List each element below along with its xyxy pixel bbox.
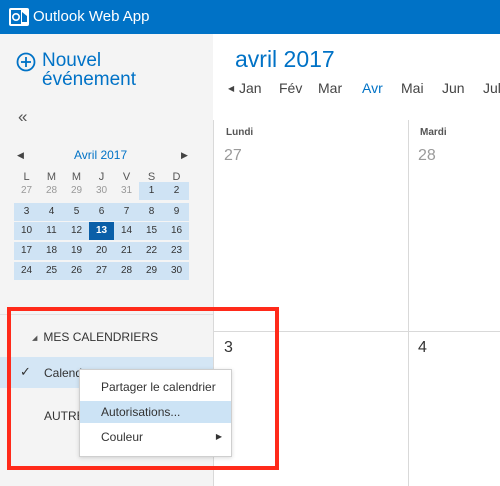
day-cell-28[interactable]: 28	[418, 147, 436, 165]
new-event-button[interactable]: Nouvel événement	[16, 50, 166, 92]
my-calendars-label: MES CALENDRIERS	[43, 330, 159, 344]
mini-calendar-day[interactable]: 30	[89, 182, 114, 200]
mini-calendar-month[interactable]: Avril 2017	[74, 148, 127, 162]
mini-calendar-prev-icon[interactable]: ◀	[17, 150, 24, 161]
day-cell-4[interactable]: 4	[418, 339, 427, 357]
month-nav-mar[interactable]: Mar	[318, 80, 342, 96]
app-title: Outlook Web App	[33, 8, 150, 25]
mini-calendar-day[interactable]: 29	[64, 182, 89, 200]
new-event-label-line2: événement	[42, 69, 137, 90]
mini-calendar-day[interactable]: 29	[139, 262, 164, 280]
month-nav-feb[interactable]: Fév	[279, 80, 302, 96]
month-nav-jul[interactable]: Jul	[483, 80, 500, 96]
day-name-monday: Lundi	[226, 127, 254, 138]
mini-calendar-day[interactable]: 21	[114, 242, 139, 260]
menu-item-color[interactable]: Couleur ▶	[80, 426, 231, 448]
outlook-logo-icon	[9, 8, 29, 26]
mini-calendar-day[interactable]: 30	[164, 262, 189, 280]
mini-calendar-day[interactable]: 8	[139, 203, 164, 221]
month-nav-jun[interactable]: Jun	[442, 80, 465, 96]
menu-item-label: Partager le calendrier	[101, 380, 216, 394]
context-menu: Partager le calendrier Autorisations... …	[79, 369, 232, 457]
mini-calendar-day[interactable]: 15	[139, 222, 164, 240]
collapse-triangle-icon: ◢	[32, 335, 38, 342]
mini-calendar-day[interactable]: 16	[164, 222, 189, 240]
mini-calendar-day[interactable]: 31	[114, 182, 139, 200]
menu-item-share-calendar[interactable]: Partager le calendrier	[80, 376, 231, 398]
mini-calendar-day[interactable]: 28	[114, 262, 139, 280]
mini-calendar-day[interactable]: 11	[39, 222, 64, 240]
mini-calendar-day[interactable]: 24	[14, 262, 39, 280]
month-nav-jan[interactable]: Jan	[239, 80, 262, 96]
checkmark-icon: ✓	[20, 364, 31, 379]
mini-calendar-day[interactable]: 4	[39, 203, 64, 221]
mini-calendar-day[interactable]: 1	[139, 182, 164, 200]
mini-calendar-day[interactable]: 27	[89, 262, 114, 280]
mini-calendar-day[interactable]: 10	[14, 222, 39, 240]
mini-calendar-day[interactable]: 28	[39, 182, 64, 200]
top-bar: Outlook Web App	[0, 0, 500, 34]
menu-item-label: Autorisations...	[101, 405, 181, 419]
month-nav-may[interactable]: Mai	[401, 80, 424, 96]
mini-calendar-day[interactable]: 22	[139, 242, 164, 260]
day-name-tuesday: Mardi	[420, 127, 447, 138]
menu-item-label: Couleur	[101, 430, 144, 444]
mini-calendar-day[interactable]: 14	[114, 222, 139, 240]
mini-calendar-day[interactable]: 12	[64, 222, 89, 240]
grid-row-divider	[213, 331, 500, 332]
mini-calendar-next-icon[interactable]: ▶	[181, 150, 188, 161]
submenu-arrow-icon: ▶	[215, 432, 222, 441]
my-calendars-header[interactable]: ◢ MES CALENDRIERS	[32, 330, 158, 344]
month-title: avril 2017	[235, 46, 335, 72]
mini-calendar-day[interactable]: 25	[39, 262, 64, 280]
mini-calendar-day[interactable]: 20	[89, 242, 114, 260]
mini-calendar-day[interactable]: 2	[164, 182, 189, 200]
day-cell-3[interactable]: 3	[224, 339, 233, 357]
mini-calendar-day[interactable]: 9	[164, 203, 189, 221]
mini-calendar-day[interactable]: 13	[89, 222, 114, 240]
sidebar-divider	[0, 314, 213, 315]
mini-calendar-day[interactable]: 27	[14, 182, 39, 200]
mini-calendar-day[interactable]: 17	[14, 242, 39, 260]
plus-circle-icon	[16, 52, 36, 72]
collapse-pane-icon[interactable]: «	[18, 107, 27, 127]
month-nav-prev-icon[interactable]: ◀	[228, 84, 234, 93]
mini-calendar-day[interactable]: 18	[39, 242, 64, 260]
day-cell-27[interactable]: 27	[224, 147, 242, 165]
mini-calendar-day[interactable]: 23	[164, 242, 189, 260]
mini-calendar-day[interactable]: 3	[14, 203, 39, 221]
month-nav-apr[interactable]: Avr	[362, 80, 383, 96]
mini-calendar-day[interactable]: 6	[89, 203, 114, 221]
mini-calendar-day[interactable]: 5	[64, 203, 89, 221]
mini-calendar-day[interactable]: 19	[64, 242, 89, 260]
mini-calendar-day[interactable]: 7	[114, 203, 139, 221]
grid-column-divider	[408, 120, 409, 486]
mini-calendar-day[interactable]: 26	[64, 262, 89, 280]
menu-item-permissions[interactable]: Autorisations...	[80, 401, 231, 423]
